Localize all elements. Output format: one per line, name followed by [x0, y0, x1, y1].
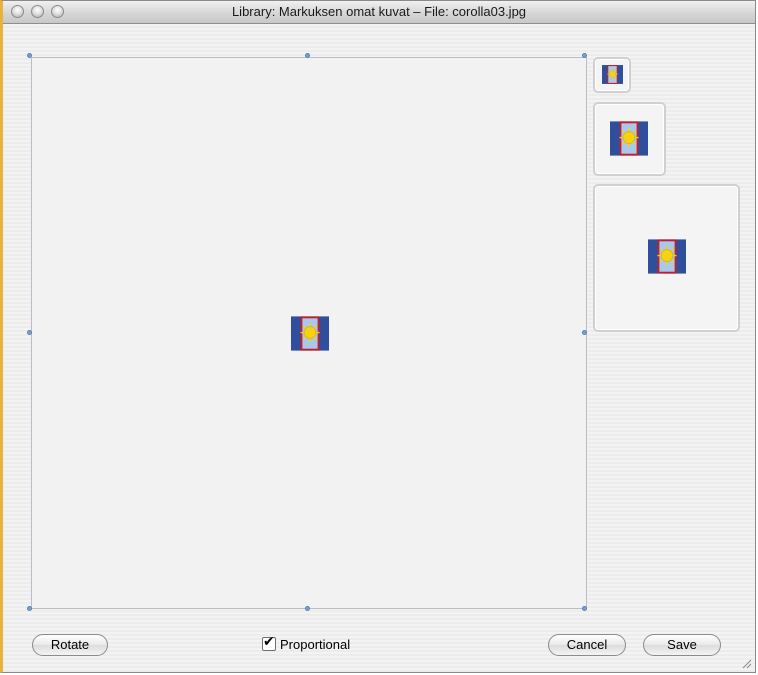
cancel-button[interactable]: Cancel: [548, 634, 626, 656]
image-preview-main: [291, 315, 329, 352]
preview-thumbnail-small: [593, 57, 631, 93]
crop-handle-bottom-right[interactable]: [582, 606, 587, 611]
crop-handle-bottom-center[interactable]: [305, 606, 310, 611]
crop-handle-top-left[interactable]: [27, 53, 32, 58]
crop-handle-top-right[interactable]: [582, 53, 587, 58]
window-title: Library: Markuksen omat kuvat – File: co…: [231, 4, 527, 19]
save-button[interactable]: Save: [643, 634, 721, 656]
proportional-label: Proportional: [280, 636, 351, 652]
image-icon: [610, 121, 648, 156]
crop-handle-middle-right[interactable]: [582, 330, 587, 335]
checkmark-icon: ✔: [263, 634, 275, 650]
crop-handle-top-center[interactable]: [305, 53, 310, 58]
preview-thumbnail-large: [593, 184, 740, 332]
image-icon: [648, 238, 686, 275]
image-icon: [602, 65, 623, 84]
image-editor-window: Library: Markuksen omat kuvat – File: co…: [0, 0, 756, 673]
crop-handle-bottom-left[interactable]: [27, 606, 32, 611]
crop-handle-middle-left[interactable]: [27, 330, 32, 335]
proportional-checkbox[interactable]: ✔: [262, 634, 276, 651]
resize-grip-icon[interactable]: [740, 657, 752, 669]
title-bar[interactable]: Library: Markuksen omat kuvat – File: co…: [3, 1, 755, 24]
image-crop-canvas[interactable]: [31, 57, 587, 609]
rotate-button[interactable]: Rotate: [32, 634, 108, 656]
proportional-option[interactable]: ✔ Proportional: [262, 634, 351, 653]
preview-thumbnail-medium: [593, 102, 666, 176]
